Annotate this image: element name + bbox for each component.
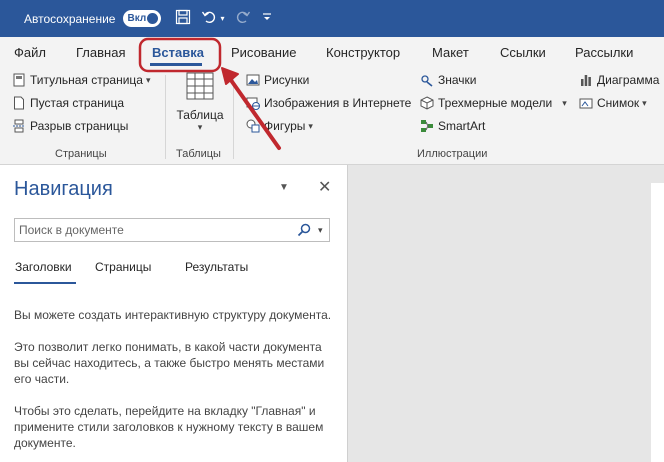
icons-label: Значки: [438, 73, 477, 87]
undo-icon[interactable]: [201, 9, 217, 28]
search-icon[interactable]: [297, 223, 311, 237]
autosave-toggle-state: Вкл: [127, 13, 147, 24]
nav-tab-results[interactable]: Результаты: [185, 260, 248, 274]
nav-hint-1: Вы можете создать интерактивную структур…: [14, 308, 332, 322]
icons-button[interactable]: Значки: [420, 73, 477, 87]
cover-page-label: Титульная страница: [30, 73, 143, 87]
tab-draw[interactable]: Рисование: [231, 45, 296, 60]
nav-active-tab-indicator: [14, 282, 76, 284]
smartart-label: SmartArt: [438, 119, 486, 133]
title-bar: Автосохранение Вкл ▾: [0, 0, 664, 37]
pictures-label: Рисунки: [264, 73, 310, 87]
tab-design[interactable]: Конструктор: [326, 45, 400, 60]
customize-qat-icon[interactable]: [261, 11, 273, 26]
group-separator: [233, 75, 234, 159]
table-icon: [185, 71, 215, 104]
chart-label: Диаграмма: [597, 73, 660, 87]
online-pictures-label: Изображения в Интернете: [264, 96, 412, 110]
autosave-label: Автосохранение: [24, 11, 116, 26]
nav-title: Навигация: [14, 178, 113, 200]
cover-page-button[interactable]: Титульная страница ▾: [12, 73, 151, 87]
shapes-button[interactable]: Фигуры ▾: [246, 119, 313, 133]
document-page[interactable]: [651, 183, 664, 462]
chevron-down-icon: ▾: [642, 97, 647, 108]
blank-page-icon: [12, 96, 26, 110]
3d-models-label: Трехмерные модели: [438, 96, 553, 110]
close-icon[interactable]: ✕: [318, 177, 331, 197]
chart-button[interactable]: Диаграмма: [579, 73, 659, 87]
blank-page-label: Пустая страница: [30, 96, 125, 110]
shapes-label: Фигуры: [264, 119, 306, 133]
pane-options-icon[interactable]: ▼: [279, 182, 289, 193]
online-pictures-button[interactable]: Изображения в Интернете: [246, 96, 411, 110]
toggle-knob: [147, 13, 159, 24]
ribbon-insert: Титульная страница ▾ Пустая страница Раз…: [0, 69, 664, 165]
page-break-icon: [12, 119, 26, 133]
icons-icon: [420, 73, 434, 87]
screenshot-label: Снимок: [597, 96, 640, 110]
smartart-icon: [420, 119, 434, 133]
3d-cube-icon: [420, 96, 434, 110]
illustrations-group-label: Иллюстрации: [417, 148, 488, 160]
tab-file[interactable]: Файл: [14, 45, 46, 60]
screenshot-icon: [579, 96, 593, 110]
page-break-button[interactable]: Разрыв страницы: [12, 119, 128, 133]
tab-insert[interactable]: Вставка: [152, 45, 204, 60]
chevron-down-icon: ▾: [145, 74, 151, 85]
tab-layout[interactable]: Макет: [432, 45, 469, 60]
picture-icon: [246, 73, 260, 87]
shapes-icon: [246, 119, 260, 133]
navigation-pane: Навигация ▼ ✕ ▾ Заголовки Страницы Резул…: [0, 165, 348, 462]
tab-mailings[interactable]: Рассылки: [575, 45, 633, 60]
quick-access-toolbar: ▾: [175, 9, 272, 28]
redo-icon[interactable]: [235, 9, 251, 28]
3d-models-button[interactable]: Трехмерные модели ▾: [420, 96, 567, 110]
table-label: Таблица: [176, 108, 224, 122]
nav-hint-3: Чтобы это сделать, перейдите на вкладку …: [14, 404, 324, 450]
group-separator: [165, 75, 166, 159]
nav-hint-2: Это позволит легко понимать, в какой час…: [14, 340, 325, 386]
save-icon[interactable]: [175, 9, 191, 28]
search-input[interactable]: [19, 222, 289, 238]
page-break-label: Разрыв страницы: [30, 119, 129, 133]
autosave-toggle[interactable]: Вкл: [123, 10, 162, 27]
search-options-icon[interactable]: ▾: [318, 225, 323, 236]
table-button[interactable]: Таблица ▾: [176, 71, 224, 133]
chevron-down-icon: ▾: [197, 122, 203, 132]
search-box: ▾: [14, 218, 330, 242]
tab-references[interactable]: Ссылки: [500, 45, 546, 60]
undo-dropdown-icon[interactable]: ▾: [220, 14, 224, 23]
chart-icon: [579, 73, 593, 87]
active-tab-indicator: [150, 63, 202, 66]
cover-page-icon: [12, 73, 26, 87]
screenshot-button[interactable]: Снимок ▾: [579, 96, 647, 110]
tables-group-label: Таблицы: [176, 148, 221, 160]
tab-home[interactable]: Главная: [76, 45, 125, 60]
nav-tab-headings[interactable]: Заголовки: [15, 260, 72, 274]
online-picture-icon: [246, 96, 260, 110]
blank-page-button[interactable]: Пустая страница: [12, 96, 124, 110]
pictures-button[interactable]: Рисунки: [246, 73, 309, 87]
ribbon-tabs: Файл Главная Вставка Рисование Конструкт…: [0, 37, 664, 69]
pages-group-label: Страницы: [55, 148, 107, 160]
nav-tab-pages[interactable]: Страницы: [95, 260, 151, 274]
chevron-down-icon: ▾: [562, 97, 567, 108]
chevron-down-icon: ▾: [308, 120, 313, 131]
document-area[interactable]: [349, 165, 664, 462]
smartart-button[interactable]: SmartArt: [420, 119, 485, 133]
